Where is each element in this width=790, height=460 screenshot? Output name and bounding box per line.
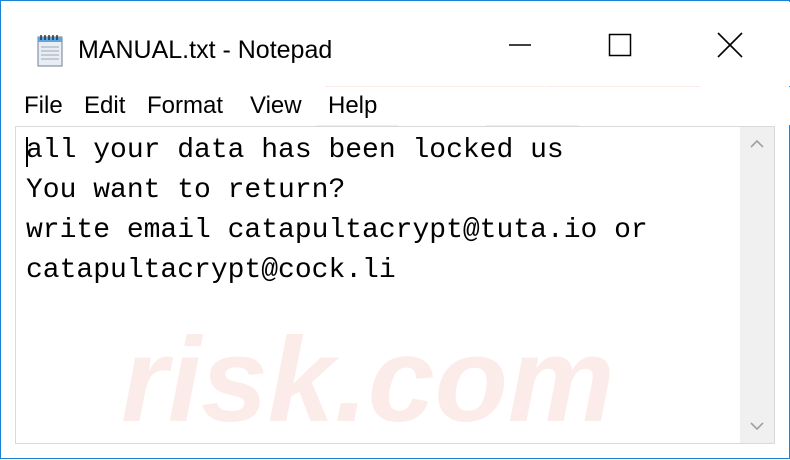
text-caret <box>26 137 28 167</box>
document-text[interactable]: all your data has been locked us You want… <box>26 131 741 439</box>
maximize-button[interactable] <box>570 3 670 87</box>
menu-edit[interactable]: Edit <box>84 91 125 121</box>
text-line: all your data has been locked us <box>26 135 564 166</box>
vertical-scrollbar[interactable] <box>740 127 774 443</box>
chevron-down-icon <box>750 422 764 431</box>
notepad-icon <box>37 35 63 67</box>
menu-file[interactable]: File <box>24 91 63 121</box>
text-editor[interactable]: all your data has been locked us You want… <box>15 126 775 444</box>
text-line: write email catapultacrypt@tuta.io or <box>26 215 648 246</box>
close-button[interactable] <box>670 3 790 87</box>
notepad-window: MANUAL.txt - Notepad File Edit Format Vi… <box>0 0 790 459</box>
menu-format[interactable]: Format <box>147 91 223 121</box>
text-line: catapultacrypt@cock.li <box>26 255 396 286</box>
text-line: You want to return? <box>26 175 346 206</box>
menu-help[interactable]: Help <box>328 91 377 121</box>
window-title: MANUAL.txt - Notepad <box>78 36 333 64</box>
maximize-icon <box>608 33 632 57</box>
close-icon <box>717 32 743 58</box>
scroll-down-button[interactable] <box>740 409 774 443</box>
menu-bar: File Edit Format View Help <box>2 87 790 125</box>
menu-view[interactable]: View <box>250 91 302 121</box>
title-bar: MANUAL.txt - Notepad <box>2 2 790 86</box>
chevron-up-icon <box>750 139 764 148</box>
minimize-button[interactable] <box>470 3 570 87</box>
scroll-up-button[interactable] <box>740 127 774 161</box>
minimize-icon <box>509 44 531 46</box>
